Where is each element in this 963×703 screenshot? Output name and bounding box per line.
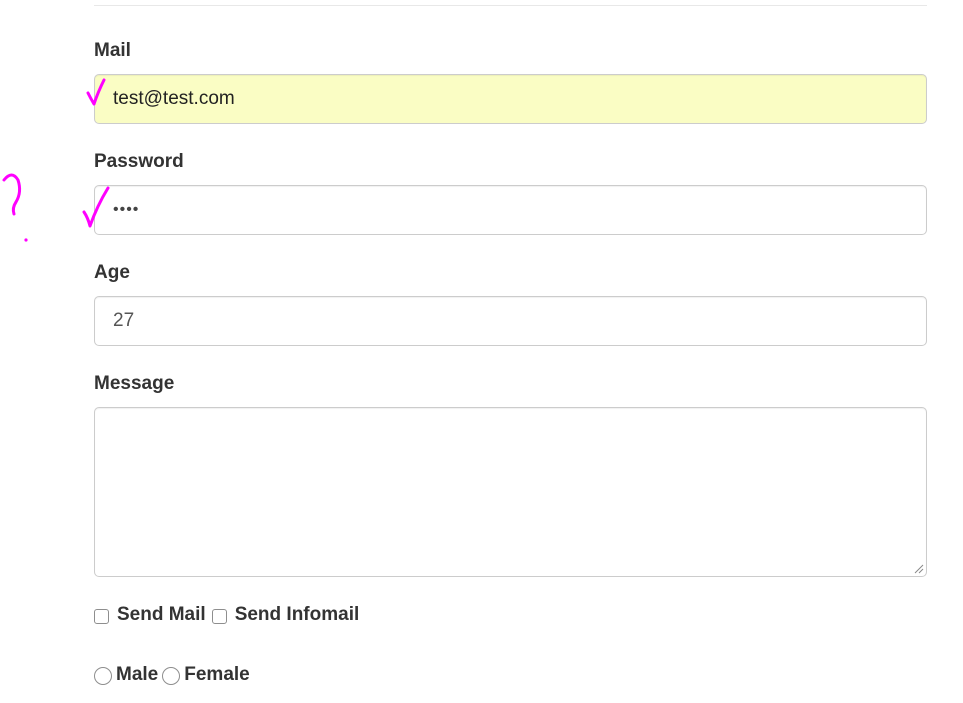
question-mark-icon [2,173,22,216]
question-mark-dot [24,238,28,242]
annotation-overlay [2,78,110,242]
checkmark-icon [82,186,110,228]
form-page: Mail test@test.com Password •••• Age 27 … [0,0,963,703]
checkmark-icon [86,78,106,106]
